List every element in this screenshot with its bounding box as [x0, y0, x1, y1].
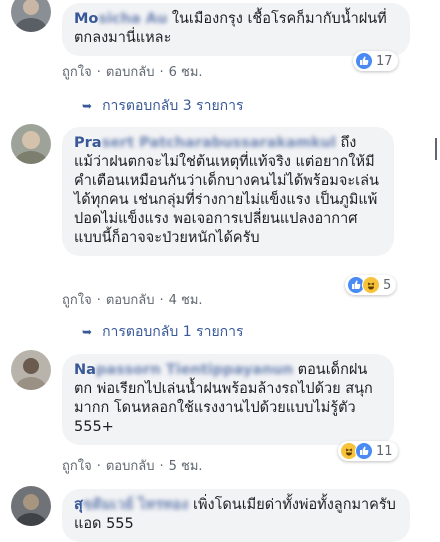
comment-bubble: Mosicha Au ในเมืองกรุง เชื้อโรคก็มากับน้… [62, 3, 410, 56]
author-name[interactable]: Napassorn Tientippayanun [74, 362, 293, 378]
avatar[interactable] [11, 124, 51, 164]
reaction-count: 5 [383, 277, 392, 293]
avatar[interactable] [11, 350, 51, 390]
author-name[interactable]: Mosicha Au [74, 11, 167, 27]
reaction-badge[interactable]: 5 [345, 275, 397, 295]
scrollbar-thumb[interactable] [435, 138, 437, 160]
haha-icon [362, 276, 380, 294]
reply-link[interactable]: ตอบกลับ [106, 293, 155, 308]
like-link[interactable]: ถูกใจ [62, 293, 92, 308]
author-name[interactable]: สุขดิมเวย์ ไทรทอง [74, 497, 188, 513]
view-replies-link[interactable]: ➥ การตอบกลับ 1 รายการ [82, 321, 244, 343]
comment-text: ถึงแม้ว่าฝนตกจะไม่ใช่ต้นเหตุที่แท้จริง แ… [74, 135, 379, 246]
like-icon [355, 52, 373, 70]
avatar[interactable] [11, 0, 51, 32]
reply-arrow-icon: ➥ [82, 325, 93, 339]
comment-actions: ถูกใจ · ตอบกลับ · 6 ชม. [62, 65, 203, 80]
comment-bubble: สุขดิมเวย์ ไทรทอง เพิ่งโดนเมียด่าทั้งพ่อ… [62, 489, 410, 542]
reply-link[interactable]: ตอบกลับ [106, 459, 155, 474]
like-link[interactable]: ถูกใจ [62, 459, 92, 474]
timestamp[interactable]: 4 ชม. [169, 293, 203, 308]
avatar[interactable] [11, 486, 51, 526]
reply-link[interactable]: ตอบกลับ [106, 65, 155, 80]
comment-actions: ถูกใจ · ตอบกลับ · 4 ชม. [62, 293, 203, 308]
comment-actions: ถูกใจ · ตอบกลับ · 5 ชม. [62, 459, 203, 474]
reply-arrow-icon: ➥ [82, 99, 93, 113]
reaction-badge[interactable]: 11 [338, 441, 398, 461]
reaction-count: 11 [376, 443, 393, 459]
reaction-badge[interactable]: 17 [353, 51, 398, 71]
view-replies-link[interactable]: ➥ การตอบกลับ 3 รายการ [82, 95, 244, 117]
comment-bubble: Napassorn Tientippayanun ตอนเด็กฝนตก พ่อ… [62, 354, 394, 445]
author-name[interactable]: Prasert Patcharabussarakamkul [74, 135, 336, 151]
comment-bubble: Prasert Patcharabussarakamkul ถึงแม้ว่าฝ… [62, 127, 394, 256]
like-icon [355, 442, 373, 460]
like-link[interactable]: ถูกใจ [62, 65, 92, 80]
timestamp[interactable]: 6 ชม. [169, 65, 203, 80]
timestamp[interactable]: 5 ชม. [169, 459, 203, 474]
reaction-count: 17 [376, 53, 393, 69]
